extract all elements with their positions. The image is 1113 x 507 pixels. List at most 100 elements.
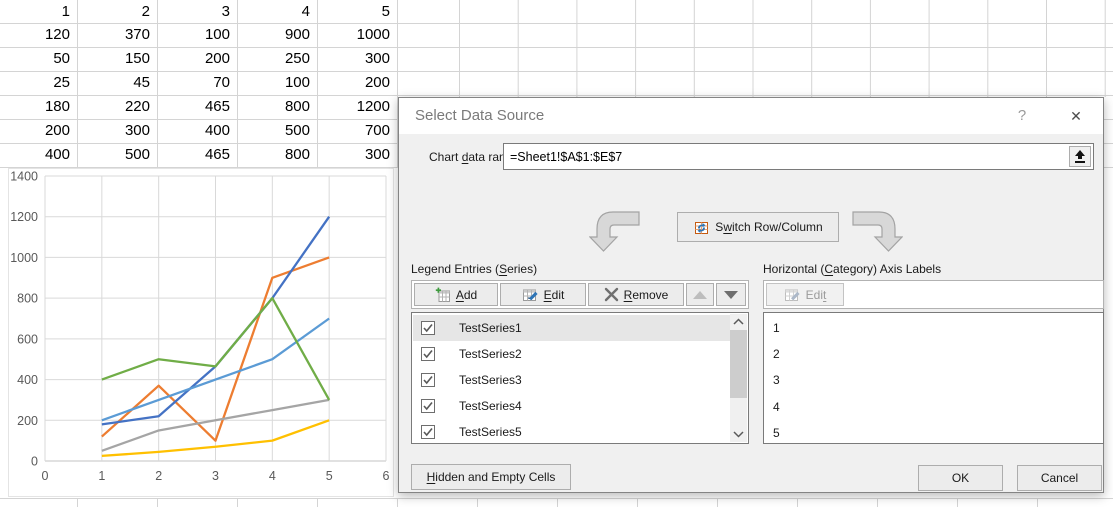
sheet-cell[interactable]: 100: [157, 24, 237, 45]
sheet-cell[interactable]: 465: [157, 96, 237, 117]
sheet-cell[interactable]: 300: [317, 144, 397, 165]
series-list-item[interactable]: TestSeries5: [413, 419, 730, 445]
sheet-cell[interactable]: 1200: [317, 96, 397, 117]
sheet-cell[interactable]: 250: [237, 48, 317, 69]
remove-series-button[interactable]: Remove: [588, 283, 684, 306]
sheet-cell[interactable]: 100: [237, 72, 317, 93]
y-axis-tick-label: 800: [17, 292, 38, 306]
cancel-button[interactable]: Cancel: [1017, 465, 1102, 491]
sheet-cell[interactable]: 200: [317, 72, 397, 93]
axis-label-item[interactable]: 3: [773, 367, 780, 393]
axis-label-item[interactable]: 4: [773, 394, 780, 420]
sheet-cell[interactable]: 200: [157, 48, 237, 69]
switch-arrow-left-icon: [589, 206, 641, 254]
sheet-cell[interactable]: 120: [0, 24, 77, 45]
axis-label-item[interactable]: 5: [773, 420, 780, 446]
sheet-cell[interactable]: 50: [0, 48, 77, 69]
y-axis-tick-label: 1000: [10, 251, 38, 265]
sheet-cell[interactable]: 5: [317, 1, 397, 22]
sheet-cell[interactable]: 400: [157, 120, 237, 141]
close-icon[interactable]: ✕: [1059, 98, 1093, 134]
range-select-icon: [1073, 149, 1087, 164]
sheet-cell[interactable]: 400: [0, 144, 77, 165]
series-checkbox[interactable]: [421, 373, 435, 387]
series-list-item[interactable]: TestSeries1: [413, 315, 730, 341]
dialog-title: Select Data Source: [415, 98, 544, 134]
series-name: TestSeries2: [459, 347, 522, 361]
series-name: TestSeries3: [459, 373, 522, 387]
move-series-down-button[interactable]: [716, 283, 746, 306]
axis-label-item[interactable]: 2: [773, 341, 780, 367]
hidden-button-label: Hidden and Empty Cells: [427, 470, 556, 484]
sheet-cell[interactable]: 800: [237, 144, 317, 165]
axis-labels-toolbar: Edit: [763, 280, 1104, 309]
series-list-item[interactable]: TestSeries3: [413, 367, 730, 393]
legend-entries-label: Legend Entries (Series): [411, 262, 537, 276]
add-series-icon: [435, 287, 451, 303]
scroll-up-icon[interactable]: [730, 314, 747, 330]
sheet-cell[interactable]: 500: [77, 144, 157, 165]
sheet-cell[interactable]: 500: [237, 120, 317, 141]
chart-data-range-field: [503, 143, 1094, 170]
series-checkbox[interactable]: [421, 347, 435, 361]
scroll-down-icon[interactable]: [730, 426, 747, 442]
axis-label-item[interactable]: 1: [773, 315, 780, 341]
sheet-cell[interactable]: 300: [317, 48, 397, 69]
switch-row-column-button[interactable]: Switch Row/Column: [677, 212, 839, 242]
sheet-cell[interactable]: 220: [77, 96, 157, 117]
chart-data-range-input[interactable]: [504, 144, 1093, 169]
sheet-cell[interactable]: 1: [0, 1, 77, 22]
move-series-up-button: [686, 283, 714, 306]
series-scrollbar[interactable]: [730, 314, 747, 442]
edit-axis-labels-button: Edit: [766, 283, 844, 306]
sheet-cell[interactable]: 700: [317, 120, 397, 141]
x-axis-tick-label: 0: [42, 469, 49, 483]
sheet-cell[interactable]: 465: [157, 144, 237, 165]
edit-series-button[interactable]: Edit: [500, 283, 586, 306]
sheet-cell[interactable]: 3: [157, 1, 237, 22]
checkmark-icon: [422, 426, 434, 438]
sheet-cell[interactable]: 45: [77, 72, 157, 93]
y-axis-tick-label: 200: [17, 414, 38, 428]
x-axis-tick-label: 2: [155, 469, 162, 483]
ok-button[interactable]: OK: [918, 465, 1003, 491]
sheet-cell[interactable]: 70: [157, 72, 237, 93]
sheet-cell[interactable]: 180: [0, 96, 77, 117]
series-checkbox[interactable]: [421, 425, 435, 439]
series-list-item[interactable]: TestSeries4: [413, 393, 730, 419]
series-listbox: TestSeries1 TestSeries2 TestSeries3 TestSer…: [411, 312, 749, 444]
sheet-cell[interactable]: 800: [237, 96, 317, 117]
sheet-cell[interactable]: 25: [0, 72, 77, 93]
remove-button-label: Remove: [624, 288, 669, 302]
sheet-cell[interactable]: 1000: [317, 24, 397, 45]
scrollbar-thumb[interactable]: [730, 330, 747, 398]
edit-axis-button-label: Edit: [806, 288, 827, 302]
legend-toolbar: Add Edit Remove: [411, 280, 749, 309]
collapse-dialog-button[interactable]: [1069, 146, 1091, 167]
add-series-button[interactable]: Add: [414, 283, 498, 306]
y-axis-tick-label: 1400: [10, 170, 38, 184]
sheet-cell[interactable]: 4: [237, 1, 317, 22]
series-list-item[interactable]: TestSeries2: [413, 341, 730, 367]
excel-screen: { "sheet": { "rows": [ ["1","2","3","4",…: [0, 0, 1113, 507]
hidden-and-empty-cells-button[interactable]: Hidden and Empty Cells: [411, 464, 571, 490]
checkmark-icon: [422, 348, 434, 360]
sheet-cell[interactable]: 300: [77, 120, 157, 141]
sheet-cell[interactable]: 370: [77, 24, 157, 45]
help-button[interactable]: ?: [1005, 98, 1039, 134]
y-axis-tick-label: 600: [17, 332, 38, 346]
series-checkbox[interactable]: [421, 399, 435, 413]
up-triangle-icon: [693, 291, 707, 299]
series-checkbox[interactable]: [421, 321, 435, 335]
add-button-label: Add: [456, 288, 477, 302]
edit-axis-labels-icon: [784, 287, 801, 303]
sheet-cell[interactable]: 150: [77, 48, 157, 69]
series-name: TestSeries4: [459, 399, 522, 413]
sheet-cell[interactable]: 900: [237, 24, 317, 45]
series-name: TestSeries5: [459, 425, 522, 439]
sheet-cell[interactable]: 200: [0, 120, 77, 141]
series-name: TestSeries1: [459, 321, 522, 335]
down-triangle-icon: [724, 291, 738, 299]
line-chart[interactable]: 02004006008001000120014000123456: [8, 168, 394, 497]
sheet-cell[interactable]: 2: [77, 1, 157, 22]
